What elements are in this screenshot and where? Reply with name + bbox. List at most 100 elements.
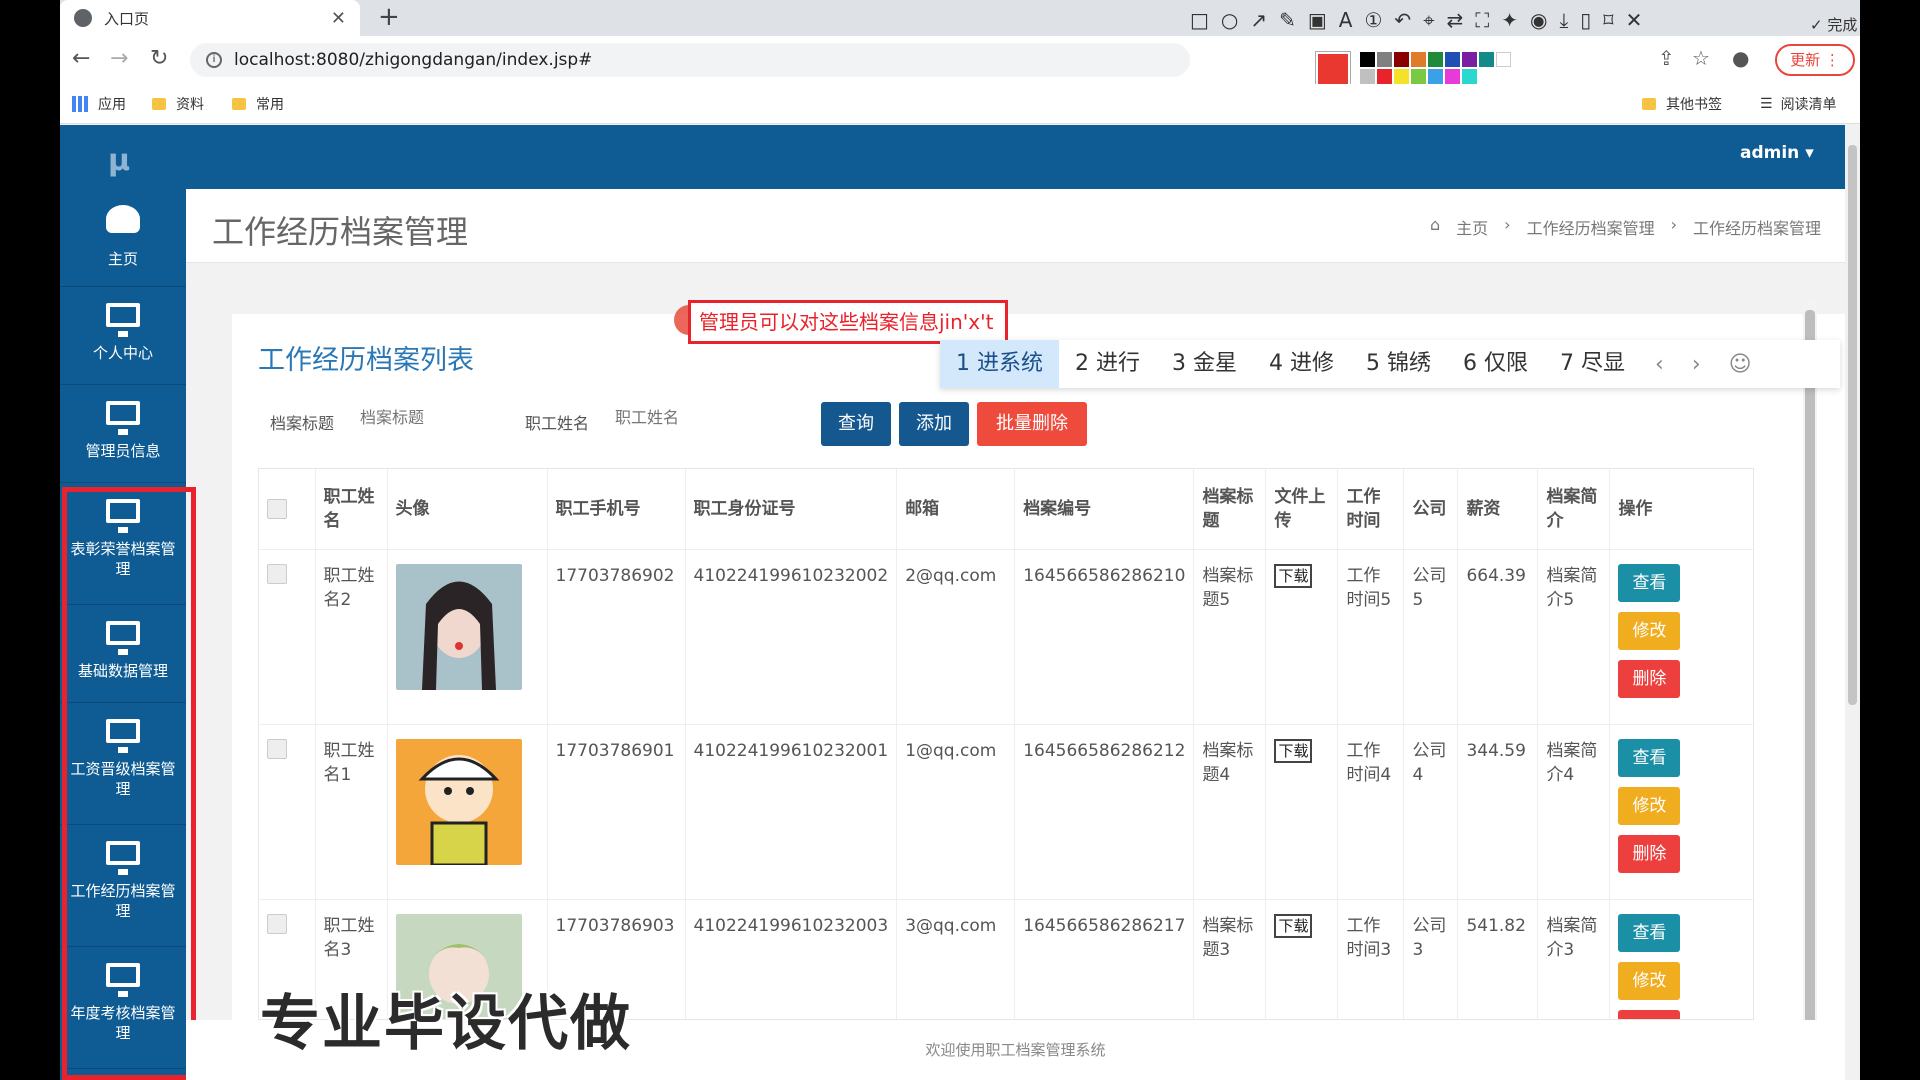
- row-checkbox[interactable]: [267, 738, 287, 759]
- color-swatch[interactable]: [1411, 69, 1426, 84]
- color-swatch[interactable]: [1445, 69, 1460, 84]
- rectangle-tool-icon[interactable]: □: [1190, 8, 1209, 36]
- save-icon[interactable]: ⤓: [1559, 8, 1568, 36]
- color-swatch[interactable]: [1394, 52, 1409, 67]
- color-swatch[interactable]: [1462, 52, 1477, 67]
- cancel-icon[interactable]: ✕: [1626, 8, 1643, 36]
- add-button[interactable]: 添加: [899, 402, 969, 446]
- ellipse-tool-icon[interactable]: ○: [1221, 8, 1238, 36]
- phone-icon[interactable]: ▯: [1580, 8, 1591, 36]
- number-tool-icon[interactable]: ①: [1364, 8, 1382, 36]
- close-icon[interactable]: ✕: [331, 8, 346, 29]
- ime-candidate[interactable]: 3 金星: [1156, 340, 1253, 388]
- delete-button[interactable]: 删除: [1618, 834, 1681, 873]
- download-link[interactable]: 下载: [1274, 913, 1313, 938]
- forward-icon[interactable]: →: [110, 46, 128, 71]
- user-menu[interactable]: admin ▾: [1740, 143, 1814, 163]
- cell-company: 公司3: [1403, 898, 1459, 1019]
- select-all-checkbox[interactable]: [267, 498, 287, 519]
- employee-name-input[interactable]: [615, 408, 735, 427]
- batch-delete-button[interactable]: 批量删除: [977, 402, 1087, 446]
- color-swatch[interactable]: [1496, 52, 1511, 67]
- delete-button[interactable]: 删除: [1618, 1009, 1681, 1019]
- color-picker-icon[interactable]: ✦: [1501, 8, 1518, 36]
- done-button[interactable]: ✓ 完成: [1810, 14, 1857, 35]
- arrow-tool-icon[interactable]: ↗: [1250, 8, 1267, 36]
- query-button[interactable]: 查询: [821, 402, 891, 446]
- sidebar-item-annual-review[interactable]: 年度考核档案管理: [60, 947, 186, 1069]
- page-scrollbar-thumb[interactable]: [1848, 145, 1857, 705]
- page-scrollbar[interactable]: [1845, 125, 1860, 1080]
- star-icon[interactable]: ☆: [1692, 46, 1710, 70]
- view-button[interactable]: 查看: [1618, 738, 1681, 777]
- breadcrumb-home[interactable]: 主页: [1456, 215, 1488, 239]
- edit-button[interactable]: 修改: [1618, 611, 1681, 650]
- share-icon[interactable]: ⇪: [1658, 46, 1675, 70]
- color-swatch[interactable]: [1428, 52, 1443, 67]
- ime-candidate[interactable]: 5 锦绣: [1350, 340, 1447, 388]
- ime-candidate[interactable]: 2 进行: [1059, 340, 1156, 388]
- sidebar-item-work-history[interactable]: 工作经历档案管理: [60, 825, 186, 947]
- mosaic-tool-icon[interactable]: ▣: [1308, 8, 1327, 36]
- color-swatch[interactable]: [1377, 69, 1392, 84]
- ime-candidate[interactable]: 4 进修: [1253, 340, 1350, 388]
- update-button[interactable]: 更新 ⋮: [1775, 44, 1855, 76]
- color-swatch[interactable]: [1411, 52, 1426, 67]
- archive-title-input[interactable]: [360, 408, 480, 427]
- color-swatch[interactable]: [1394, 69, 1409, 84]
- new-tab-icon[interactable]: +: [378, 2, 400, 32]
- color-swatch[interactable]: [1445, 52, 1460, 67]
- ocr-icon[interactable]: ⛶: [1475, 8, 1489, 36]
- sidebar-item-profile[interactable]: 个人中心: [60, 287, 186, 385]
- sidebar-item-home[interactable]: 主页: [60, 189, 186, 287]
- color-swatch[interactable]: [1462, 69, 1477, 84]
- reload-icon[interactable]: ↻: [150, 46, 168, 71]
- reading-list[interactable]: ☰ 阅读清单: [1760, 94, 1837, 114]
- translate-icon[interactable]: ⇄: [1446, 8, 1463, 36]
- url-field[interactable]: i localhost:8080/zhigongdangan/index.jsp…: [190, 43, 1190, 77]
- bookmark-other[interactable]: 其他书签: [1642, 94, 1722, 114]
- ime-candidate[interactable]: 6 仅限: [1447, 340, 1544, 388]
- info-icon[interactable]: i: [206, 52, 222, 68]
- delete-button[interactable]: 删除: [1618, 659, 1681, 698]
- view-button[interactable]: 查看: [1618, 913, 1681, 952]
- sidebar-item-basic-data[interactable]: 基础数据管理: [60, 605, 186, 703]
- bookmark-folder[interactable]: 资料: [152, 94, 204, 114]
- pen-tool-icon[interactable]: ✎: [1279, 8, 1296, 36]
- view-button[interactable]: 查看: [1618, 563, 1681, 602]
- record-icon[interactable]: ◉: [1530, 8, 1547, 36]
- ime-candidate[interactable]: 7 尽显: [1544, 340, 1641, 388]
- chevron-left-icon[interactable]: ‹: [1641, 352, 1678, 377]
- profile-icon[interactable]: ●: [1732, 46, 1749, 70]
- content-scrollbar-thumb[interactable]: [1805, 310, 1815, 1030]
- breadcrumb-item[interactable]: 工作经历档案管理: [1527, 215, 1655, 239]
- chevron-right-icon[interactable]: ›: [1678, 352, 1715, 377]
- cell-code: 164566586286210: [1014, 548, 1195, 724]
- color-swatch[interactable]: [1360, 52, 1375, 67]
- pin-icon[interactable]: ⌖: [1423, 8, 1434, 36]
- text-tool-icon[interactable]: A: [1339, 8, 1353, 36]
- color-swatch[interactable]: [1360, 69, 1375, 84]
- sidebar-item-admin[interactable]: 管理员信息: [60, 385, 186, 483]
- annotation-text-input[interactable]: 管理员可以对这些档案信息jin'x't: [688, 300, 1008, 344]
- ime-candidate[interactable]: 1 进系统: [940, 340, 1059, 388]
- undo-icon[interactable]: ↶: [1394, 8, 1411, 36]
- color-swatch[interactable]: [1479, 52, 1494, 67]
- download-link[interactable]: 下载: [1274, 563, 1313, 588]
- sidebar-item-salary[interactable]: 工资晋级档案管理: [60, 703, 186, 825]
- browser-tab[interactable]: 入口页 ✕: [60, 0, 360, 36]
- back-icon[interactable]: ←: [72, 46, 90, 71]
- sidebar-item-honor[interactable]: 表彰荣誉档案管理: [60, 483, 186, 605]
- color-swatch[interactable]: [1377, 52, 1392, 67]
- edit-button[interactable]: 修改: [1618, 786, 1681, 825]
- row-checkbox[interactable]: [267, 913, 287, 934]
- bookmark-folder[interactable]: 常用: [232, 94, 284, 114]
- edit-button[interactable]: 修改: [1618, 961, 1681, 1000]
- row-checkbox[interactable]: [267, 563, 287, 584]
- bookmark-icon[interactable]: ⌑: [1603, 8, 1613, 36]
- download-link[interactable]: 下载: [1274, 738, 1313, 763]
- current-color-swatch[interactable]: [1316, 52, 1350, 86]
- color-swatch[interactable]: [1428, 69, 1443, 84]
- bookmark-apps[interactable]: 应用: [72, 94, 126, 114]
- emoji-icon[interactable]: ☺: [1715, 352, 1766, 377]
